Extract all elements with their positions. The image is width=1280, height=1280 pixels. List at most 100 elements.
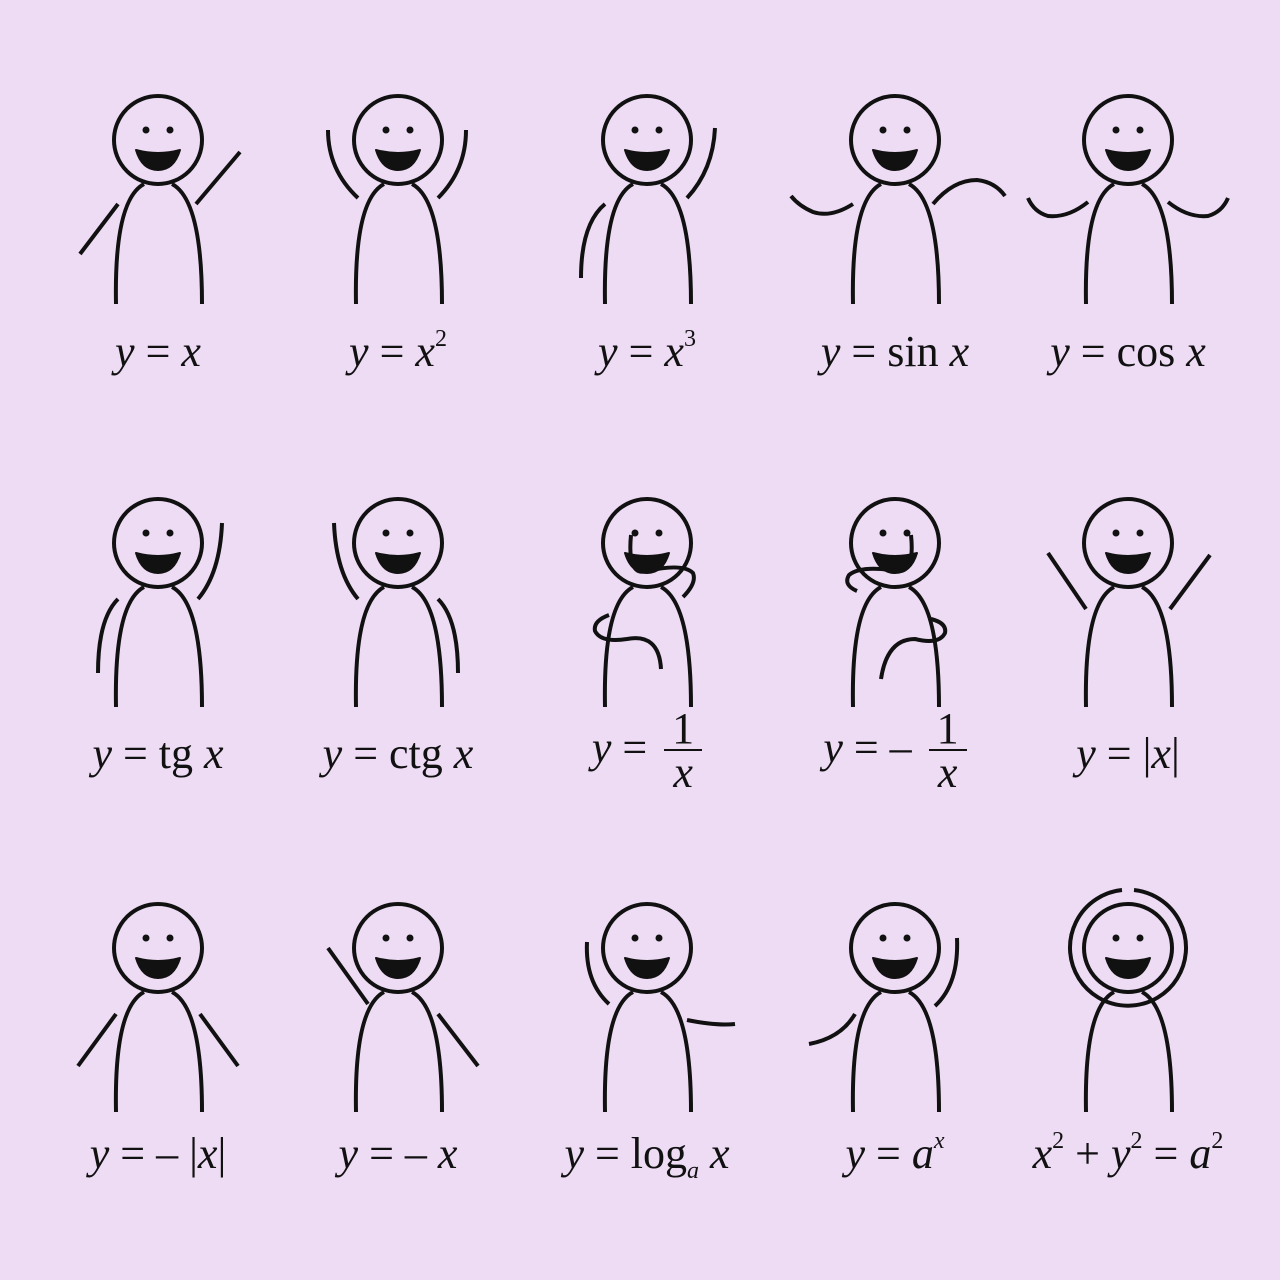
body-y-neg-abs xyxy=(113,990,204,1113)
numerator: 1 xyxy=(928,707,967,751)
var-y: y xyxy=(115,327,135,376)
smile xyxy=(624,149,670,171)
equals-sign: = xyxy=(865,1129,912,1178)
figure-y-abs xyxy=(1046,497,1212,708)
arm-left xyxy=(584,941,611,1006)
function-name: tg xyxy=(158,729,205,778)
ring-arms xyxy=(1068,888,1188,1008)
var-y: y xyxy=(598,327,618,376)
smile xyxy=(872,149,918,171)
equals-sign: = – xyxy=(109,1129,190,1178)
smile xyxy=(624,957,670,979)
figure-y-x3 xyxy=(579,94,717,305)
equals-sign: = – xyxy=(842,723,923,773)
eye-right xyxy=(1136,126,1144,134)
var-y: y xyxy=(1111,1129,1131,1178)
exponent: 2 xyxy=(434,326,447,352)
var-y: y xyxy=(1050,327,1070,376)
arm-right xyxy=(436,1012,480,1068)
eye-left xyxy=(1112,126,1120,134)
var-rhs: x xyxy=(1151,729,1171,778)
smile xyxy=(1105,552,1151,574)
body-y-cos xyxy=(1083,182,1174,305)
abs-bar-right: | xyxy=(1170,729,1180,778)
equals-sign: = xyxy=(134,327,182,376)
var-y: y xyxy=(1076,729,1096,778)
var-rhs: x xyxy=(710,1129,730,1178)
formula-circle: x2 + y2 = a2 xyxy=(1003,1129,1253,1179)
var-rhs: x xyxy=(1186,327,1206,376)
var-y: y xyxy=(820,327,841,376)
eye-right xyxy=(406,529,414,537)
abs-bar-right: | xyxy=(217,1129,227,1178)
var-y: y xyxy=(564,1129,584,1178)
var-rhs: x xyxy=(197,1129,218,1178)
formula-y-sin: y = sin x xyxy=(770,327,1020,377)
var-rhs: x xyxy=(949,327,970,376)
body-y-x3 xyxy=(602,182,693,305)
var-rhs: a xyxy=(911,1129,934,1178)
var-rhs: x xyxy=(437,1129,458,1178)
exponent: 2 xyxy=(1211,1128,1224,1154)
eye-left xyxy=(631,126,639,134)
eye-right xyxy=(406,126,414,134)
eye-left xyxy=(1112,529,1120,537)
equals-sign: = xyxy=(611,723,659,773)
abs-bar-left: | xyxy=(189,1129,198,1178)
eye-right xyxy=(1136,529,1144,537)
figure-y-neg-x xyxy=(326,902,480,1113)
formula-y-log: y = loga x xyxy=(522,1129,772,1183)
var-rhs: x xyxy=(415,327,435,376)
exponent: 3 xyxy=(683,326,696,352)
formula-y-x3: y = x3 xyxy=(522,327,772,377)
figure-y-neg-abs xyxy=(76,902,240,1113)
figure-circle xyxy=(1068,888,1188,1113)
formula-y-neg-x: y = – x xyxy=(273,1129,523,1179)
var-y: y xyxy=(338,1129,359,1178)
body-y-exp xyxy=(850,990,941,1113)
eye-left xyxy=(382,934,390,942)
figure-y-cos xyxy=(1026,94,1230,305)
figure-y-neg-inv xyxy=(845,497,948,708)
formula-y-cos: y = cos x xyxy=(1003,327,1253,377)
eye-right xyxy=(655,529,663,537)
var-y: y xyxy=(322,729,343,778)
eye-left xyxy=(1112,934,1120,942)
eye-left xyxy=(879,529,887,537)
var-rhs: x xyxy=(453,729,474,778)
smile xyxy=(872,957,918,979)
eye-left xyxy=(382,529,390,537)
var-y: y xyxy=(823,723,843,773)
var-a: a xyxy=(1189,1129,1212,1178)
smile xyxy=(375,149,421,171)
var-rhs: x xyxy=(204,729,224,778)
arm-right xyxy=(931,178,1007,206)
figure-y-x xyxy=(78,94,242,305)
formula-y-abs: y = |x| xyxy=(1003,729,1253,779)
smile xyxy=(135,149,181,171)
arm-right xyxy=(1168,553,1212,611)
var-rhs: x xyxy=(664,327,684,376)
figure-y-ctg xyxy=(332,497,460,708)
eye-right xyxy=(1136,934,1144,942)
body-y-sin xyxy=(850,182,941,305)
arm-left xyxy=(789,194,855,216)
equals-sign: = xyxy=(1095,729,1143,778)
function-name: sin xyxy=(887,327,950,376)
equals-sign: = xyxy=(1142,1129,1190,1178)
figure-y-sin xyxy=(789,94,1007,305)
figures-canvas xyxy=(76,94,1230,1113)
formula-y-inv: y = 1x xyxy=(522,707,772,795)
fraction: 1x xyxy=(664,707,703,795)
eye-right xyxy=(655,126,663,134)
eye-left xyxy=(142,529,150,537)
formula-y-x2: y = x2 xyxy=(273,327,523,377)
var-y: y xyxy=(92,729,112,778)
eye-right xyxy=(903,126,911,134)
smile xyxy=(1105,957,1151,979)
smile xyxy=(135,957,181,979)
arm-right xyxy=(686,1018,736,1027)
eye-right xyxy=(166,529,174,537)
arm-left xyxy=(76,1012,118,1068)
arm-left xyxy=(579,202,607,279)
